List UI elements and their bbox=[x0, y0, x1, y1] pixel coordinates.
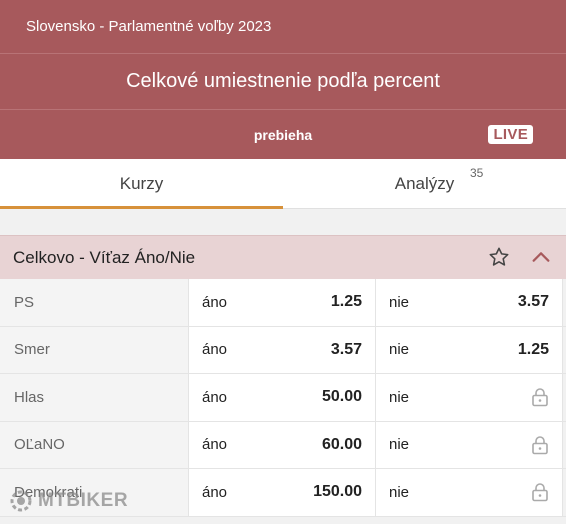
odd-value: 3.57 bbox=[517, 293, 549, 311]
watermark: MTBIKER bbox=[8, 488, 128, 514]
lock-icon bbox=[532, 435, 548, 455]
odd-label: nie bbox=[389, 483, 410, 501]
odd-label: nie bbox=[389, 341, 410, 359]
odd-no[interactable]: nie 3.57 bbox=[376, 279, 563, 326]
odd-value: 3.57 bbox=[330, 340, 362, 358]
odd-yes[interactable]: áno 50.00 bbox=[189, 374, 376, 421]
odd-no-locked: nie bbox=[376, 469, 563, 516]
odd-yes[interactable]: áno 150.00 bbox=[189, 469, 376, 516]
event-status-bar: prebieha LIVE bbox=[0, 110, 566, 159]
party-name: OĽaNO bbox=[0, 421, 189, 468]
tab-analyzy-label: Analýzy bbox=[394, 173, 455, 193]
watermark-text: MTBIKER bbox=[38, 490, 129, 511]
competition-name: Slovensko - Parlamentné voľby 2023 bbox=[0, 0, 566, 54]
event-title: Celkové umiestnenie podľa percent bbox=[0, 54, 566, 110]
table-row: PS áno 1.25 nie 3.57 bbox=[0, 279, 566, 327]
tab-bar: Kurzy Analýzy 35 bbox=[0, 159, 566, 209]
tab-analyzy-count: 35 bbox=[470, 166, 484, 180]
party-name: Smer bbox=[0, 326, 189, 373]
odd-value: 150.00 bbox=[313, 483, 362, 501]
tab-kurzy[interactable]: Kurzy bbox=[0, 159, 283, 209]
table-row: Hlas áno 50.00 nie bbox=[0, 374, 566, 422]
event-status: prebieha bbox=[253, 126, 313, 143]
odd-label: áno bbox=[202, 483, 228, 501]
tab-kurzy-label: Kurzy bbox=[119, 173, 164, 193]
odd-yes[interactable]: áno 1.25 bbox=[189, 279, 376, 326]
lock-icon bbox=[532, 388, 548, 407]
party-name: Hlas bbox=[0, 374, 189, 421]
odd-no-locked: nie bbox=[376, 421, 563, 468]
odds-table: PS áno 1.25 nie 3.57 Smer áno 3.57 nie 1… bbox=[0, 279, 566, 517]
odd-label: áno bbox=[202, 436, 228, 454]
odd-label: áno bbox=[202, 341, 228, 359]
live-badge: LIVE bbox=[488, 125, 533, 144]
odd-value: 1.25 bbox=[517, 340, 549, 358]
odd-label: nie bbox=[389, 388, 410, 406]
gear-icon bbox=[10, 490, 32, 512]
lock-icon bbox=[532, 483, 548, 502]
chevron-up-icon[interactable] bbox=[530, 246, 552, 273]
odd-value: 60.00 bbox=[321, 435, 362, 453]
odd-label: áno bbox=[202, 293, 228, 311]
odd-value: 1.25 bbox=[330, 293, 362, 311]
table-row: OĽaNO áno 60.00 nie bbox=[0, 421, 566, 469]
odd-label: nie bbox=[389, 436, 410, 454]
table-row: Smer áno 3.57 nie 1.25 bbox=[0, 326, 566, 374]
event-header: Slovensko - Parlamentné voľby 2023 Celko… bbox=[0, 0, 566, 159]
star-icon[interactable] bbox=[488, 246, 510, 273]
tab-analyzy[interactable]: Analýzy 35 bbox=[283, 159, 566, 208]
odd-label: áno bbox=[202, 388, 228, 406]
odd-no-locked: nie bbox=[376, 374, 563, 421]
party-name: PS bbox=[0, 279, 189, 326]
odd-no[interactable]: nie 1.25 bbox=[376, 326, 563, 373]
odd-label: nie bbox=[389, 293, 410, 311]
market-header[interactable]: Celkovo - Víťaz Áno/Nie bbox=[0, 235, 566, 279]
market-title: Celkovo - Víťaz Áno/Nie bbox=[13, 247, 196, 267]
odd-value: 50.00 bbox=[321, 388, 362, 406]
odd-yes[interactable]: áno 3.57 bbox=[189, 326, 376, 373]
odd-yes[interactable]: áno 60.00 bbox=[189, 421, 376, 468]
